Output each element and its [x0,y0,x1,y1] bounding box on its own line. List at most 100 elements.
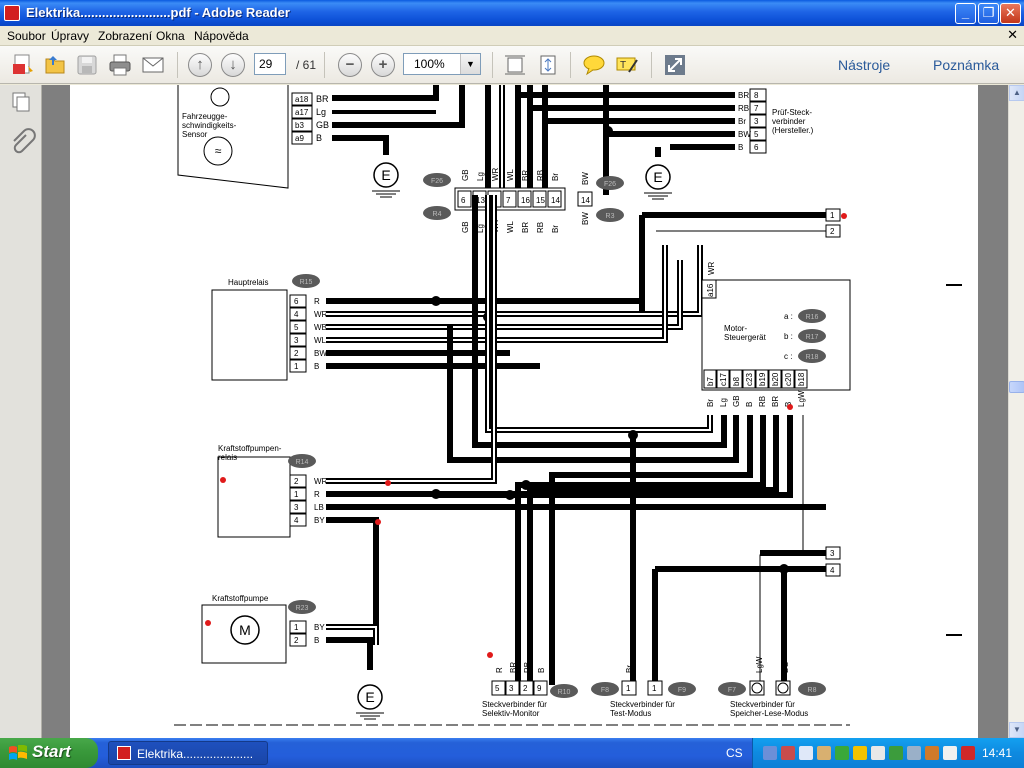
comment-icon[interactable] [581,52,607,78]
vertical-scrollbar[interactable]: ▲ ▼ [1008,85,1024,738]
test-wire-label: BR [738,91,749,100]
ground-label: E [653,169,662,185]
ecu-pin-label: b20 [771,372,780,386]
highlight-icon[interactable]: T [614,52,640,78]
main-relay-pin-label: 5 [294,323,299,332]
search-icon[interactable] [799,746,813,760]
junction-pin-label: 7 [506,196,511,205]
monitor-icon[interactable] [907,746,921,760]
right-pin-label: 2 [830,227,835,236]
menu-okna[interactable]: Okna [153,28,188,44]
volume-icon[interactable] [817,746,831,760]
main-relay-wire-label: B [314,362,319,371]
menu-upravy[interactable]: Úpravy [48,28,92,44]
restore-button[interactable]: ❐ [978,3,999,24]
test-mode-label: Test-Modus [610,709,651,718]
expand-icon[interactable] [662,52,688,78]
test-pin-label: 8 [754,91,759,100]
right-pin-label: 4 [830,566,835,575]
pump-pin-label: 2 [294,636,299,645]
attachments-icon[interactable] [13,128,36,154]
antivirus-icon[interactable] [961,746,975,760]
clock-icon[interactable] [943,746,957,760]
zoom-in-icon[interactable]: + [371,53,395,77]
selektiv-pin-label: 9 [537,684,542,693]
print-icon[interactable] [107,52,133,78]
scroll-thumb[interactable] [1009,381,1024,393]
previous-page-icon[interactable]: ↑ [188,53,212,77]
comments-link[interactable]: Poznámka [933,57,999,73]
fuel-pump-relay [217,456,291,538]
ecu-pin-label: c20 [784,373,793,386]
memory-wire-label: LgW [755,656,764,673]
scroll-down-icon[interactable]: ▼ [1009,722,1024,738]
language-indicator[interactable]: CS [726,746,743,760]
taskbar: Start Elektrika..................... CS … [0,738,1024,768]
sensor-wire-label: B [316,133,322,143]
test-connector-label: verbinder [772,117,806,126]
open-icon[interactable] [42,52,68,78]
sensor-symbol: ≈ [215,144,222,158]
system-clock: 14:41 [981,746,1012,760]
red-marker [385,480,391,486]
pump-relay-pin-label: 4 [294,516,299,525]
selektiv-wire-label: RB [523,662,532,673]
junction-pin-label: 6 [461,196,466,205]
fit-width-icon[interactable] [502,52,528,78]
badge-label: F26 [604,181,616,188]
settings-icon[interactable] [871,746,885,760]
wire [326,637,373,670]
menu-napoveda[interactable]: Nápověda [191,28,252,44]
email-icon[interactable] [140,52,166,78]
page-number-input[interactable] [254,53,286,75]
play-icon[interactable] [835,746,849,760]
junction-pin-label: 15 [536,196,545,205]
test-mode-label: Steckverbinder für [610,700,675,709]
close-button[interactable]: ✕ [1000,3,1021,24]
tools-link[interactable]: Nástroje [838,57,890,73]
security-icon[interactable] [781,746,795,760]
badge-label: R23 [296,605,309,612]
menu-zobrazeni[interactable]: Zobrazení [95,28,155,44]
document-view[interactable]: ≈ Fahrzeugge-schwindigkeits- Sensor a18 BR a1… [42,85,1008,738]
zoom-select[interactable]: 100% ▼ [403,53,481,75]
selektiv-wire-label: R [495,667,504,673]
document-close-icon[interactable]: ✕ [1007,27,1018,43]
junction-dot [521,480,531,490]
scroll-up-icon[interactable]: ▲ [1009,85,1024,101]
zoom-value: 100% [414,57,445,71]
pages-panel-icon[interactable] [12,92,30,112]
junction-wire-label: WL [506,168,515,181]
test-pin-label: 5 [754,130,759,139]
ecu-wire-label: BR [771,396,780,407]
junction-dot [431,489,441,499]
badge-label: F7 [728,687,736,694]
sensor-pin-label: a17 [295,108,309,117]
next-page-icon[interactable]: ↓ [221,53,245,77]
menu-soubor[interactable]: Soubor [4,28,49,44]
junction-dot [603,126,613,136]
minimize-button[interactable]: _ [955,3,976,24]
fuel-pump-relay-label: Kraftstoffpumpen- [218,444,282,453]
chevron-down-icon[interactable]: ▼ [460,54,480,74]
sensor-coil [210,87,230,107]
fit-page-icon[interactable] [535,52,561,78]
badge-label: R8 [808,687,817,694]
taskbar-item-elektrika[interactable]: Elektrika..................... [108,741,268,765]
selektiv-pin-label: 3 [509,684,514,693]
junction-wire-label: RB [536,222,545,233]
create-pdf-icon[interactable] [10,52,36,78]
test-connector-label: (Hersteller.) [772,126,814,135]
main-relay-wire-label: WB [314,323,327,332]
nvidia-icon[interactable] [889,746,903,760]
warning-icon[interactable] [853,746,867,760]
pump-relay-pin-label: 1 [294,490,299,499]
zoom-out-icon[interactable]: − [338,53,362,77]
ground-label: E [365,689,374,705]
page-total: / 61 [296,58,317,72]
start-button[interactable]: Start [0,738,98,768]
ecu-wire-label: RB [758,396,767,407]
network-icon[interactable] [763,746,777,760]
update-icon[interactable] [925,746,939,760]
save-icon[interactable] [74,52,100,78]
